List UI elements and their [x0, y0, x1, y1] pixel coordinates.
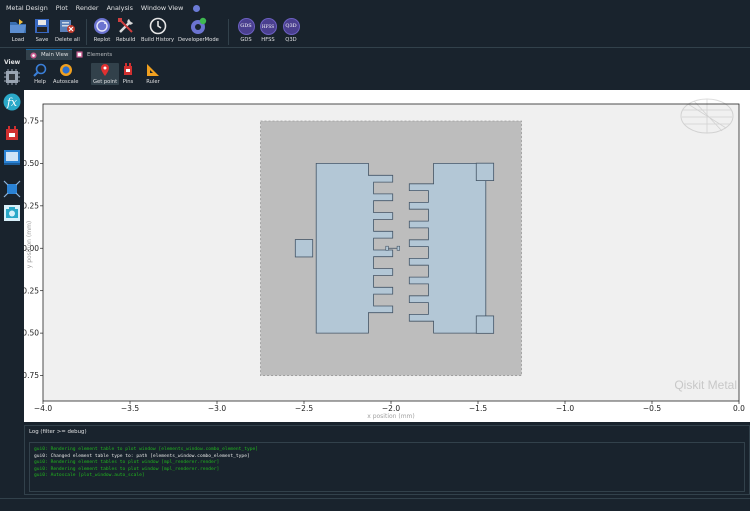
y-tick-label: −0.50	[24, 329, 39, 338]
menu-window-view[interactable]: Window View	[141, 4, 183, 12]
camera-icon	[4, 205, 20, 221]
junction-lead	[385, 245, 389, 251]
help-button[interactable]: Help	[33, 63, 47, 85]
toolbar-separator	[228, 19, 229, 45]
rebuild-button[interactable]: Rebuild	[116, 17, 135, 43]
left-connector-pad	[294, 239, 314, 258]
x-tick-label: −3.0	[208, 404, 226, 413]
y-tick-label: −0.75	[24, 371, 39, 380]
junction-lead	[396, 245, 400, 251]
toolbar-separator	[86, 19, 87, 45]
bottom-right-connector-pad	[475, 315, 495, 334]
ruler-button[interactable]: Ruler	[146, 63, 160, 85]
ruler-icon	[146, 63, 160, 77]
help-search-icon	[33, 63, 47, 77]
menu-metal-design[interactable]: Metal Design	[6, 4, 48, 12]
x-tick-label: 0.0	[733, 404, 745, 413]
x-tick-label: −3.5	[121, 404, 139, 413]
plot-canvas[interactable]: −4.0 −3.5 −3.0 −2.5 −2.0 −1.5 −1.0 −0.5 0.0 0.75 0…	[16, 90, 750, 422]
x-tick-label: −1.5	[469, 404, 487, 413]
load-icon	[9, 17, 27, 35]
function-icon: fx	[3, 93, 21, 111]
rebuild-icon	[117, 17, 135, 35]
gds-render-button[interactable]: GDS GDS	[237, 17, 255, 43]
top-right-connector-pad	[475, 162, 495, 181]
pins-button[interactable]: Pins	[121, 63, 135, 85]
developer-mode-icon	[189, 17, 207, 35]
log-header: Log (filter >= debug)	[29, 429, 87, 435]
build-history-button[interactable]: Build History	[141, 17, 174, 43]
library-button[interactable]	[3, 124, 21, 142]
log-line: gui0: Rendering element tables to plot w…	[34, 460, 220, 466]
pins-icon	[121, 63, 135, 77]
autoscale-button[interactable]: Autoscale	[53, 63, 78, 85]
main-toolbar: Load Save Delete all Replot Rebuild Buil…	[0, 16, 750, 48]
x-tick-label: −2.5	[295, 404, 313, 413]
log-line: gui0: Autoscale [plot_window.auto_scale]	[34, 473, 145, 479]
x-tick-label: −2.0	[382, 404, 400, 413]
get-point-button[interactable]: Get point	[91, 63, 120, 85]
design-layer	[260, 120, 522, 376]
x-tick-label: −4.0	[34, 404, 52, 413]
q3d-icon: Q3D	[282, 17, 300, 35]
y-tick-label: 0.25	[24, 201, 39, 210]
y-tick-label: 0.50	[24, 159, 39, 168]
x-axis-label: x position (mm)	[367, 413, 415, 420]
x-tick-label: −0.5	[643, 404, 661, 413]
view-sidebar: View fx	[0, 58, 24, 498]
menu-bar: Metal Design Plot Render Analysis Window…	[0, 0, 750, 16]
qiskit-metal-watermark: Qiskit Metal	[674, 378, 737, 392]
load-button[interactable]: Load	[9, 17, 27, 43]
tab-main-view[interactable]: Main View	[26, 49, 75, 60]
developer-mode-button[interactable]: DeveloperMode	[178, 17, 219, 43]
terminal-icon	[4, 150, 20, 165]
chip-icon	[4, 69, 20, 85]
log-output[interactable]: gui0: Rendering element table to plot wi…	[29, 442, 745, 492]
view-label: View	[4, 59, 21, 66]
user-icon[interactable]	[193, 4, 201, 12]
elements-icon	[76, 51, 83, 58]
map-pin-icon	[98, 63, 112, 77]
tab-elements[interactable]: Elements	[72, 49, 119, 60]
autoscale-icon	[59, 63, 73, 77]
delete-all-button[interactable]: Delete all	[55, 17, 80, 43]
main-view-icon	[30, 51, 37, 59]
save-icon	[33, 17, 51, 35]
save-button[interactable]: Save	[33, 17, 51, 43]
menu-render[interactable]: Render	[76, 4, 99, 12]
view-tabs: Main View Elements	[24, 48, 750, 60]
gds-icon: GDS	[237, 17, 255, 35]
x-tick-label: −1.0	[556, 404, 574, 413]
menu-plot[interactable]: Plot	[56, 4, 68, 12]
library-icon	[6, 126, 18, 140]
y-tick-label: 0.75	[24, 117, 39, 126]
chart-svg[interactable]: −4.0 −3.5 −3.0 −2.5 −2.0 −1.5 −1.0 −0.5 0.0 0.75 0…	[16, 90, 750, 422]
chip-view-button[interactable]	[3, 68, 21, 86]
q3d-render-button[interactable]: Q3D Q3D	[282, 17, 300, 43]
replot-button[interactable]: Replot	[93, 17, 111, 43]
screenshot-button[interactable]	[3, 204, 21, 222]
replot-icon	[93, 17, 111, 35]
log-line: gui0: Rendering element table to plot wi…	[34, 447, 259, 452]
y-axis-label: y position (mm)	[26, 221, 33, 269]
console-button[interactable]	[3, 148, 21, 166]
history-clock-icon	[149, 17, 167, 35]
variables-button[interactable]: fx	[3, 93, 21, 111]
select-area-icon	[3, 180, 21, 198]
menu-analysis[interactable]: Analysis	[107, 4, 133, 12]
y-tick-label: −0.25	[24, 286, 39, 295]
hfss-render-button[interactable]: HFSS HFSS	[259, 17, 277, 43]
delete-all-icon	[58, 17, 76, 35]
log-panel: Log (filter >= debug) gui0: Rendering el…	[24, 425, 750, 495]
component-view-button[interactable]	[3, 180, 21, 198]
status-bar	[0, 498, 750, 511]
svg-text:fx: fx	[6, 96, 18, 109]
plot-toolbar: Help Autoscale Get point Pins Ruler	[24, 60, 750, 90]
hfss-icon: HFSS	[259, 17, 277, 35]
